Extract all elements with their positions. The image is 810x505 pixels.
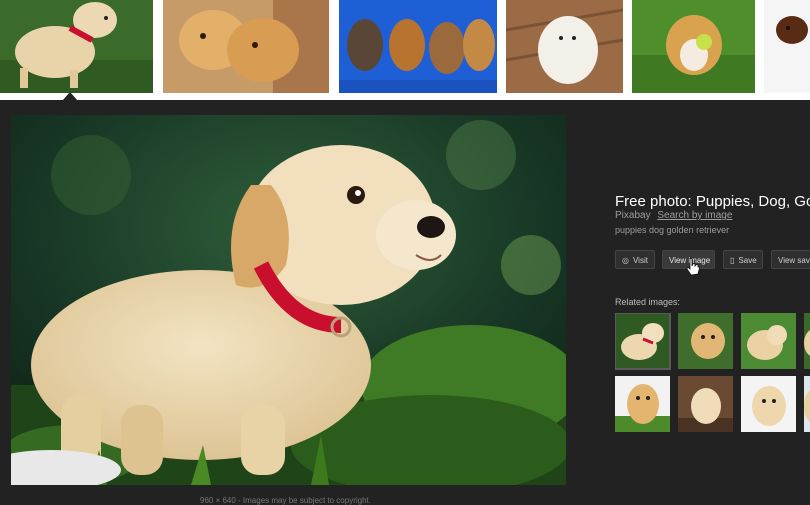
image-info: Free photo: Puppies, Dog, Golden Pixabay… [615, 192, 810, 235]
search-by-image-link[interactable]: Search by image [657, 210, 732, 221]
related-image[interactable] [615, 376, 670, 432]
related-images-grid [615, 313, 810, 433]
globe-icon: ◎ [622, 256, 629, 265]
action-buttons: ◎Visit View image ▯Save View saved [615, 250, 810, 270]
thumbnail-two-golden-puppies[interactable] [163, 0, 329, 93]
related-image[interactable] [678, 313, 733, 369]
save-button[interactable]: ▯ Save [723, 250, 763, 269]
image-title: Free photo: Puppies, Dog, Golden [615, 193, 810, 210]
related-image[interactable] [678, 376, 733, 432]
thumbnail-puppy-red-collar[interactable] [0, 0, 153, 93]
related-image[interactable] [741, 376, 796, 432]
related-image[interactable] [804, 376, 810, 432]
thumbnail-four-puppies-blue[interactable] [339, 0, 497, 93]
visit-button[interactable]: ◎ Visit [615, 250, 655, 269]
related-image[interactable] [804, 313, 810, 369]
preview-panel: 960 × 640 - Images may be subject to cop… [0, 100, 810, 505]
thumbnail-strip [0, 0, 810, 96]
thumbnail-white-puppy-deck[interactable] [506, 0, 623, 93]
image-caption: 960 × 640 - Images may be subject to cop… [200, 496, 371, 505]
related-images-label: Related images: [615, 297, 681, 307]
related-image[interactable] [741, 313, 796, 369]
thumbnail-corgi-ball[interactable] [632, 0, 755, 93]
related-image[interactable] [615, 313, 671, 370]
main-preview-image[interactable] [11, 115, 566, 485]
view-saved-button[interactable]: View saved [771, 250, 810, 269]
hand-cursor-icon [686, 258, 700, 281]
image-description: puppies dog golden retriever [615, 225, 730, 235]
bookmark-icon: ▯ [730, 256, 735, 265]
source-name: Pixabay [615, 210, 651, 221]
thumbnail-dark-puppy[interactable] [764, 0, 810, 93]
